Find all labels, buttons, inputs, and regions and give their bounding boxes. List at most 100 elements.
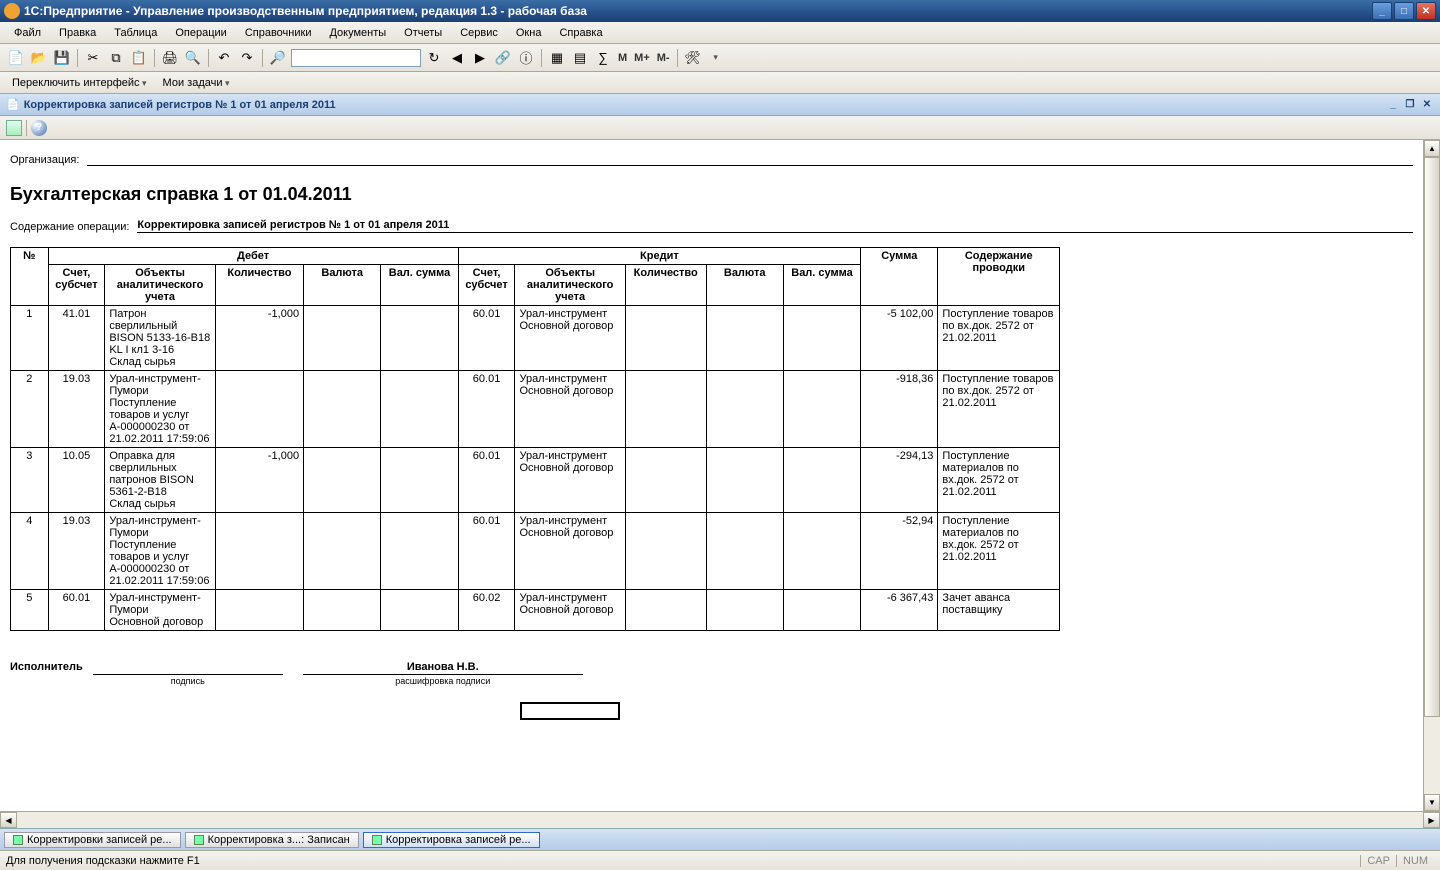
status-num: NUM (1396, 855, 1434, 867)
col-c-qty: Количество (625, 265, 706, 306)
undo-icon[interactable]: ↶ (214, 48, 234, 68)
signer-name-caption: расшифровка подписи (395, 676, 490, 686)
signer-label: Исполнитель (10, 661, 83, 673)
redo-icon[interactable]: ↷ (237, 48, 257, 68)
doc-icon (13, 835, 23, 845)
col-d-csum: Вал. сумма (381, 265, 458, 306)
minimize-button[interactable]: _ (1372, 2, 1392, 20)
menu-operations[interactable]: Операции (167, 25, 234, 41)
status-bar: Для получения подсказки нажмите F1 CAP N… (0, 850, 1440, 870)
col-content: Содержание проводки (938, 248, 1060, 306)
col-debit: Дебет (48, 248, 458, 265)
print-icon[interactable]: 🖨 (160, 48, 180, 68)
grid1-icon[interactable]: ▦ (547, 48, 567, 68)
document-header: 📄 Корректировка записей регистров № 1 от… (0, 94, 1440, 116)
help-icon[interactable]: ? (31, 120, 47, 136)
m-plus-button[interactable]: M+ (632, 52, 652, 64)
doc-icon (372, 835, 382, 845)
tools-icon[interactable]: 🛠 (683, 48, 703, 68)
content-area: Организация: Бухгалтерская справка 1 от … (0, 140, 1440, 811)
open-icon[interactable]: 📂 (29, 48, 49, 68)
switch-interface-button[interactable]: Переключить интерфейс (6, 76, 153, 90)
main-toolbar: 📄 📂 💾 ✂ ⧉ 📋 🖨 🔍 ↶ ↷ 🔎 ↻ ◀ ▶ 🔗 ⓘ ▦ ▤ ∑ M … (0, 44, 1440, 72)
table-row[interactable]: 141.01Патрон сверлильный BISON 5133-16-B… (11, 306, 1060, 371)
menu-help[interactable]: Справка (551, 25, 610, 41)
doc-restore-button[interactable]: ❐ (1403, 98, 1417, 112)
menu-windows[interactable]: Окна (508, 25, 550, 41)
vertical-scrollbar[interactable]: ▲ ▼ (1423, 140, 1440, 811)
document-title: Корректировка записей регистров № 1 от 0… (24, 99, 336, 111)
menu-table[interactable]: Таблица (106, 25, 165, 41)
col-d-obj: Объекты аналитического учета (105, 265, 215, 306)
titlebar: 1С:Предприятие - Управление производстве… (0, 0, 1440, 22)
menubar: Файл Правка Таблица Операции Справочники… (0, 22, 1440, 44)
col-no: № (11, 248, 49, 306)
tab-3[interactable]: Корректировка записей ре... (363, 832, 540, 848)
doc-close-button[interactable]: ✕ (1420, 98, 1434, 112)
menu-service[interactable]: Сервис (452, 25, 506, 41)
nav-fwd-icon[interactable]: ▶ (470, 48, 490, 68)
operation-label: Содержание операции: (10, 221, 129, 233)
app-icon (4, 3, 20, 19)
window-title: 1С:Предприятие - Управление производстве… (24, 4, 1372, 18)
page-box (520, 702, 620, 720)
cut-icon[interactable]: ✂ (83, 48, 103, 68)
menu-documents[interactable]: Документы (321, 25, 394, 41)
scroll-down-icon[interactable]: ▼ (1424, 794, 1440, 811)
maximize-button[interactable]: □ (1394, 2, 1414, 20)
col-sum: Сумма (861, 248, 938, 306)
window-tabs: Корректировки записей ре... Корректировк… (0, 828, 1440, 850)
col-d-acct: Счет, субсчет (48, 265, 105, 306)
entries-table: № Дебет Кредит Сумма Содержание проводки… (10, 247, 1060, 631)
scroll-up-icon[interactable]: ▲ (1424, 140, 1440, 157)
col-credit: Кредит (458, 248, 861, 265)
menu-edit[interactable]: Правка (51, 25, 104, 41)
preview-icon[interactable]: 🔍 (183, 48, 203, 68)
menu-file[interactable]: Файл (6, 25, 49, 41)
menu-reports[interactable]: Отчеты (396, 25, 450, 41)
org-value-line (87, 152, 1413, 166)
doc-min-button[interactable]: _ (1386, 98, 1400, 112)
signature-line (93, 661, 283, 675)
doc-action-icon[interactable] (6, 120, 22, 136)
col-d-cur: Валюта (304, 265, 381, 306)
search-input[interactable] (291, 49, 421, 67)
info-icon[interactable]: ⓘ (516, 48, 536, 68)
scroll-right-icon[interactable]: ▶ (1423, 812, 1440, 828)
signer-name: Иванова Н.В. (303, 661, 583, 675)
sub-toolbar: Переключить интерфейс Мои задачи (0, 72, 1440, 94)
doc-icon (194, 835, 204, 845)
tab-2[interactable]: Корректировка з...: Записан (185, 832, 359, 848)
operation-value: Корректировка записей регистров № 1 от 0… (137, 219, 1413, 233)
nav-back-icon[interactable]: ◀ (447, 48, 467, 68)
status-hint: Для получения подсказки нажмите F1 (6, 855, 200, 867)
document-body: Организация: Бухгалтерская справка 1 от … (0, 140, 1423, 811)
scroll-left-icon[interactable]: ◀ (0, 812, 17, 828)
tools-dropdown-icon[interactable] (706, 48, 726, 68)
m-minus-button[interactable]: M- (655, 52, 672, 64)
horizontal-scrollbar[interactable]: ◀ ▶ (0, 811, 1440, 828)
my-tasks-button[interactable]: Мои задачи (157, 76, 236, 90)
table-row[interactable]: 419.03Урал-инструмент-ПумориПоступление … (11, 513, 1060, 590)
table-row[interactable]: 560.01Урал-инструмент-ПумориОсновной дог… (11, 590, 1060, 631)
refresh-icon[interactable]: ↻ (424, 48, 444, 68)
col-c-csum: Вал. сумма (783, 265, 860, 306)
col-c-acct: Счет, субсчет (458, 265, 515, 306)
new-icon[interactable]: 📄 (6, 48, 26, 68)
menu-references[interactable]: Справочники (237, 25, 320, 41)
calc-icon[interactable]: ∑ (593, 48, 613, 68)
table-row[interactable]: 310.05Оправка для сверлильных патронов B… (11, 448, 1060, 513)
document-toolbar: ? (0, 116, 1440, 140)
search-icon[interactable]: 🔎 (268, 48, 288, 68)
link-icon[interactable]: 🔗 (493, 48, 513, 68)
col-c-obj: Объекты аналитического учета (515, 265, 625, 306)
close-button[interactable]: ✕ (1416, 2, 1436, 20)
tab-1[interactable]: Корректировки записей ре... (4, 832, 181, 848)
table-row[interactable]: 219.03Урал-инструмент-ПумориПоступление … (11, 371, 1060, 448)
save-icon[interactable]: 💾 (52, 48, 72, 68)
scroll-thumb[interactable] (1424, 157, 1440, 717)
paste-icon[interactable]: 📋 (129, 48, 149, 68)
m-button[interactable]: M (616, 52, 629, 64)
copy-icon[interactable]: ⧉ (106, 48, 126, 68)
grid2-icon[interactable]: ▤ (570, 48, 590, 68)
